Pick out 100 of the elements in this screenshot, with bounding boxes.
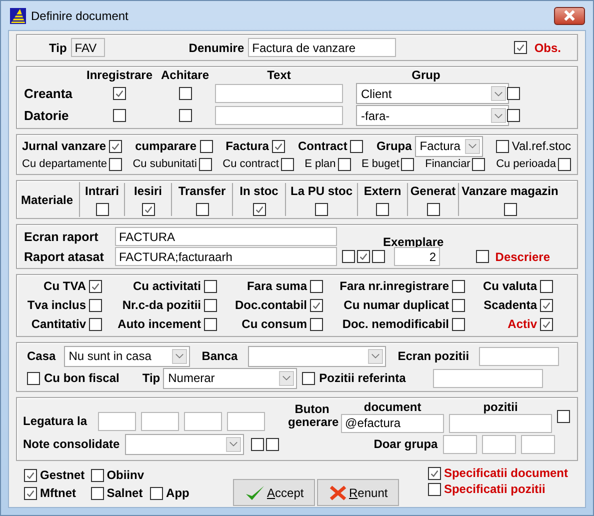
option-label: Gestnet — [40, 468, 85, 482]
input-field[interactable]: Factura de vanzare — [248, 38, 396, 57]
close-button[interactable] — [554, 6, 585, 24]
checkbox[interactable] — [142, 203, 154, 216]
input-field[interactable] — [479, 346, 560, 366]
checkbox[interactable] — [250, 438, 264, 450]
dropdown[interactable]: Numerar — [163, 368, 298, 388]
input-field[interactable] — [141, 412, 180, 430]
input-field[interactable] — [215, 84, 343, 103]
checkbox[interactable] — [376, 203, 389, 216]
option-label: Obs. — [534, 40, 561, 54]
checkbox[interactable] — [372, 250, 385, 263]
option-label: Scadenta — [484, 298, 537, 312]
checkbox[interactable] — [540, 318, 553, 330]
input-field[interactable] — [98, 412, 136, 430]
dropdown[interactable]: Client — [356, 83, 509, 104]
checkbox[interactable] — [476, 250, 490, 263]
checkbox[interactable] — [504, 203, 516, 216]
dropdown[interactable]: -fara- — [356, 105, 509, 126]
checkbox[interactable] — [452, 298, 465, 312]
checkbox[interactable] — [310, 298, 323, 312]
checkbox[interactable] — [272, 140, 285, 152]
accept-button[interactable]: Accept — [233, 479, 316, 506]
checkbox[interactable] — [310, 318, 323, 330]
input-field[interactable] — [227, 412, 266, 430]
checkbox[interactable] — [428, 482, 441, 496]
input-field[interactable]: 2 — [394, 247, 440, 266]
checkbox[interactable] — [252, 203, 266, 216]
input-field[interactable]: FACTURA;facturaarh — [115, 247, 337, 266]
checkbox[interactable] — [204, 280, 217, 292]
checkbox[interactable] — [178, 109, 192, 122]
checkbox[interactable] — [338, 158, 351, 170]
dropdown[interactable]: Nu sunt in casa — [64, 346, 190, 366]
checkbox[interactable] — [24, 468, 37, 482]
checkbox[interactable] — [558, 158, 571, 170]
checkbox[interactable] — [89, 298, 102, 312]
checkbox[interactable] — [302, 372, 316, 384]
checkbox[interactable] — [514, 41, 528, 54]
field-label: Doar grupa — [374, 437, 438, 451]
checkbox[interactable] — [342, 250, 355, 263]
checkbox[interactable] — [204, 318, 217, 330]
input-field[interactable]: FAV — [70, 38, 105, 57]
field-label: Legatura la — [23, 414, 88, 428]
checkbox[interactable] — [96, 203, 108, 216]
checkbox[interactable] — [350, 140, 364, 152]
checkbox[interactable] — [200, 140, 212, 152]
checkbox[interactable] — [113, 109, 126, 122]
checkbox[interactable] — [113, 87, 126, 100]
checkbox[interactable] — [109, 158, 122, 170]
checkbox[interactable] — [540, 298, 553, 312]
checkbox[interactable] — [178, 87, 192, 100]
input-field[interactable] — [184, 412, 222, 430]
column-header: pozitii — [483, 400, 518, 414]
option-label: Tva inclus — [27, 298, 86, 312]
input-field[interactable] — [215, 106, 343, 125]
input-field[interactable] — [442, 434, 477, 454]
checkbox[interactable] — [198, 158, 212, 170]
checkbox[interactable] — [196, 203, 208, 216]
cancel-button[interactable]: Renunt — [317, 479, 400, 506]
input-field[interactable] — [482, 434, 516, 454]
checkbox[interactable] — [452, 280, 465, 292]
input-field[interactable] — [432, 368, 543, 388]
checkbox[interactable] — [90, 468, 104, 482]
input-field[interactable]: @efactura — [341, 414, 444, 432]
checkbox[interactable] — [507, 87, 520, 100]
checkbox[interactable] — [507, 109, 520, 122]
column-header: Generat — [410, 184, 456, 198]
checkbox[interactable] — [496, 140, 509, 152]
checkbox[interactable] — [266, 438, 279, 450]
input-field[interactable] — [520, 434, 555, 454]
option-label: Fara suma — [246, 279, 307, 293]
checkbox[interactable] — [150, 486, 164, 500]
checkbox[interactable] — [452, 318, 465, 330]
checkbox[interactable] — [89, 280, 102, 292]
field-label: Ecran raport — [24, 230, 100, 244]
input-field[interactable]: FACTURA — [115, 227, 337, 246]
option-label: Cu TVA — [44, 279, 86, 293]
option-label: Contract — [298, 139, 348, 153]
checkbox[interactable] — [204, 298, 217, 312]
option-label: cumparare — [135, 139, 196, 153]
dropdown[interactable]: Factura — [414, 136, 483, 156]
checkbox[interactable] — [428, 466, 441, 480]
checkbox[interactable] — [24, 486, 37, 500]
checkbox[interactable] — [557, 410, 570, 422]
checkbox[interactable] — [109, 140, 122, 152]
checkbox[interactable] — [357, 250, 370, 263]
column-header: Extern — [364, 184, 402, 198]
checkbox[interactable] — [472, 158, 486, 170]
field-label: Banca — [202, 349, 238, 363]
checkbox[interactable] — [315, 203, 328, 216]
input-field[interactable] — [449, 414, 552, 432]
checkbox[interactable] — [89, 318, 102, 330]
field-label: Raport atasat — [24, 250, 105, 264]
checkbox[interactable] — [90, 486, 104, 500]
checkbox[interactable] — [426, 203, 440, 216]
checkbox[interactable] — [27, 372, 40, 384]
checkbox[interactable] — [401, 158, 414, 170]
checkbox[interactable] — [280, 158, 294, 170]
checkbox[interactable] — [540, 280, 553, 292]
checkbox[interactable] — [310, 280, 323, 292]
